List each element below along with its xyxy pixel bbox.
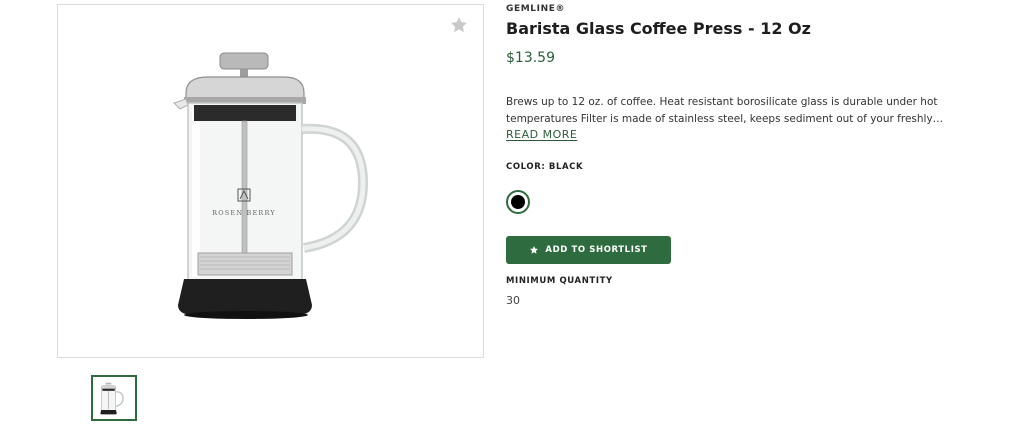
- brand-name: GEMLINE®: [506, 4, 566, 14]
- add-to-shortlist-button[interactable]: ADD TO SHORTLIST: [506, 236, 671, 264]
- coffee-press-image: ROSEN BERRY: [173, 52, 369, 319]
- product-title: Barista Glass Coffee Press - 12 Oz: [506, 19, 811, 38]
- thumbnail-image[interactable]: [91, 375, 137, 421]
- product-main-image: ROSEN BERRY: [57, 4, 484, 358]
- read-more-link[interactable]: READ MORE: [506, 128, 577, 141]
- color-label: COLOR: BLACK: [506, 162, 584, 172]
- product-price: $13.59: [506, 50, 555, 66]
- product-description: Brews up to 12 oz. of coffee. Heat resis…: [506, 96, 944, 125]
- image-brand-text: ROSEN BERRY: [212, 209, 276, 217]
- add-to-shortlist-label: ADD TO SHORTLIST: [545, 245, 648, 255]
- minimum-quantity-label: MINIMUM QUANTITY: [506, 276, 613, 286]
- favorite-star-icon[interactable]: [449, 15, 469, 35]
- star-icon: [530, 246, 539, 254]
- color-swatch-black[interactable]: [506, 190, 530, 214]
- minimum-quantity-value: 30: [506, 294, 520, 307]
- swatch-fill: [511, 195, 525, 209]
